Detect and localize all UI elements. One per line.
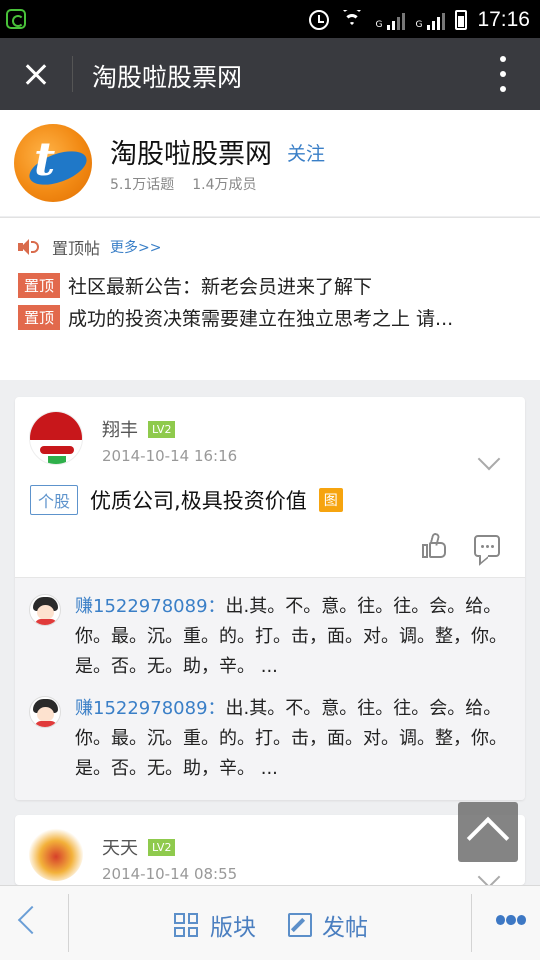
pinned-header: 置顶帖 更多>> — [18, 236, 161, 258]
sections-label: 版块 — [210, 915, 256, 941]
reply-content: 赚1522978089：出.其。不。意。往。往。会。给。你。最。沉。重。的。打。… — [75, 694, 515, 784]
toolbar-divider — [68, 894, 69, 952]
title-bar: 淘股啦股票网 — [0, 38, 540, 110]
more-options-icon[interactable] — [496, 56, 510, 92]
image-tag: 图 — [318, 488, 343, 512]
forum-header: t 淘股啦股票网 关注 5.1万话题 1.4万成员 — [0, 110, 540, 216]
title-divider — [72, 56, 73, 92]
reply-list: 赚1522978089：出.其。不。意。往。往。会。给。你。最。沉。重。的。打。… — [15, 577, 525, 800]
category-tag: 个股 — [30, 485, 79, 515]
new-post-button[interactable]: 发帖 — [288, 908, 368, 942]
reply-avatar[interactable] — [29, 594, 61, 626]
forum-logo[interactable]: t — [14, 124, 92, 202]
post-time: 2014-10-14 16:16 — [102, 447, 238, 465]
wifi-icon — [339, 10, 365, 30]
new-post-label: 发帖 — [322, 915, 368, 941]
comment-icon[interactable] — [474, 535, 500, 557]
app-notification-icon — [6, 9, 26, 29]
reply-username[interactable]: 赚1522978089： — [75, 596, 226, 617]
pinned-section: 置顶帖 更多>> 置顶 社区最新公告：新老会员进来了解下 置顶 成功的投资决策需… — [0, 217, 540, 380]
post-card[interactable]: 翔丰 LV2 2014-10-14 16:16 个股 优质公司,极具投资价值 图… — [15, 397, 525, 800]
member-count: 1.4万成员 — [192, 177, 257, 193]
pinned-item[interactable]: 置顶 社区最新公告：新老会员进来了解下 — [18, 272, 518, 298]
author-avatar[interactable] — [29, 411, 83, 465]
like-icon[interactable] — [421, 532, 449, 561]
status-time: 17:16 — [477, 8, 530, 31]
signal-icon-1: G — [375, 10, 406, 30]
pinned-more-link[interactable]: 更多>> — [110, 237, 161, 257]
chevron-down-icon[interactable] — [477, 447, 501, 471]
post-author[interactable]: 翔丰 LV2 — [102, 416, 176, 442]
bottom-toolbar: 版块 发帖 — [0, 885, 540, 960]
pinned-tag: 置顶 — [18, 304, 61, 330]
level-badge: LV2 — [148, 838, 176, 856]
pinned-item-text: 社区最新公告：新老会员进来了解下 — [68, 275, 373, 298]
page-title: 淘股啦股票网 — [92, 63, 243, 92]
topic-count: 5.1万话题 — [110, 177, 175, 193]
level-badge: LV2 — [148, 420, 176, 438]
pinned-label: 置顶帖 — [52, 239, 101, 258]
status-bar: G G 17:16 — [0, 0, 540, 38]
chevron-down-icon[interactable] — [477, 865, 501, 885]
post-time: 2014-10-14 08:55 — [102, 865, 238, 883]
close-icon[interactable] — [14, 54, 58, 94]
pinned-tag: 置顶 — [18, 272, 61, 298]
post-title-row[interactable]: 个股 优质公司,极具投资价值 图 — [30, 485, 343, 515]
speaker-icon — [18, 238, 40, 256]
battery-icon — [455, 10, 468, 30]
edit-icon — [288, 913, 312, 937]
network-type-label: G — [375, 20, 383, 30]
post-author[interactable]: 天天 LV2 — [102, 834, 176, 860]
author-avatar[interactable] — [29, 827, 83, 881]
author-name: 天天 — [102, 838, 138, 859]
alarm-icon — [309, 10, 330, 30]
reply-content: 赚1522978089：出.其。不。意。往。往。会。给。你。最。沉。重。的。打。… — [75, 592, 515, 682]
back-arrow-icon[interactable] — [17, 905, 47, 935]
scroll-to-top-button[interactable] — [458, 802, 518, 862]
author-name: 翔丰 — [102, 420, 138, 441]
more-dots-icon[interactable] — [496, 915, 526, 929]
sections-button[interactable]: 版块 — [174, 908, 256, 942]
signal-icon-2: G — [415, 10, 446, 30]
forum-name: 淘股啦股票网 — [110, 139, 272, 170]
follow-button[interactable]: 关注 — [287, 139, 325, 166]
reply-avatar[interactable] — [29, 696, 61, 728]
toolbar-divider — [471, 894, 472, 952]
grid-icon — [174, 913, 198, 937]
post-card[interactable]: 天天 LV2 2014-10-14 08:55 — [15, 815, 525, 885]
network-type-label: G — [415, 20, 423, 30]
pinned-item[interactable]: 置顶 成功的投资决策需要建立在独立思考之上 请... — [18, 304, 518, 330]
pinned-item-text: 成功的投资决策需要建立在独立思考之上 请... — [68, 307, 454, 330]
post-title: 优质公司,极具投资价值 — [90, 489, 307, 513]
reply-username[interactable]: 赚1522978089： — [75, 698, 226, 719]
status-icons: G G 17:16 — [309, 6, 530, 34]
forum-stats: 5.1万话题 1.4万成员 — [110, 174, 257, 194]
